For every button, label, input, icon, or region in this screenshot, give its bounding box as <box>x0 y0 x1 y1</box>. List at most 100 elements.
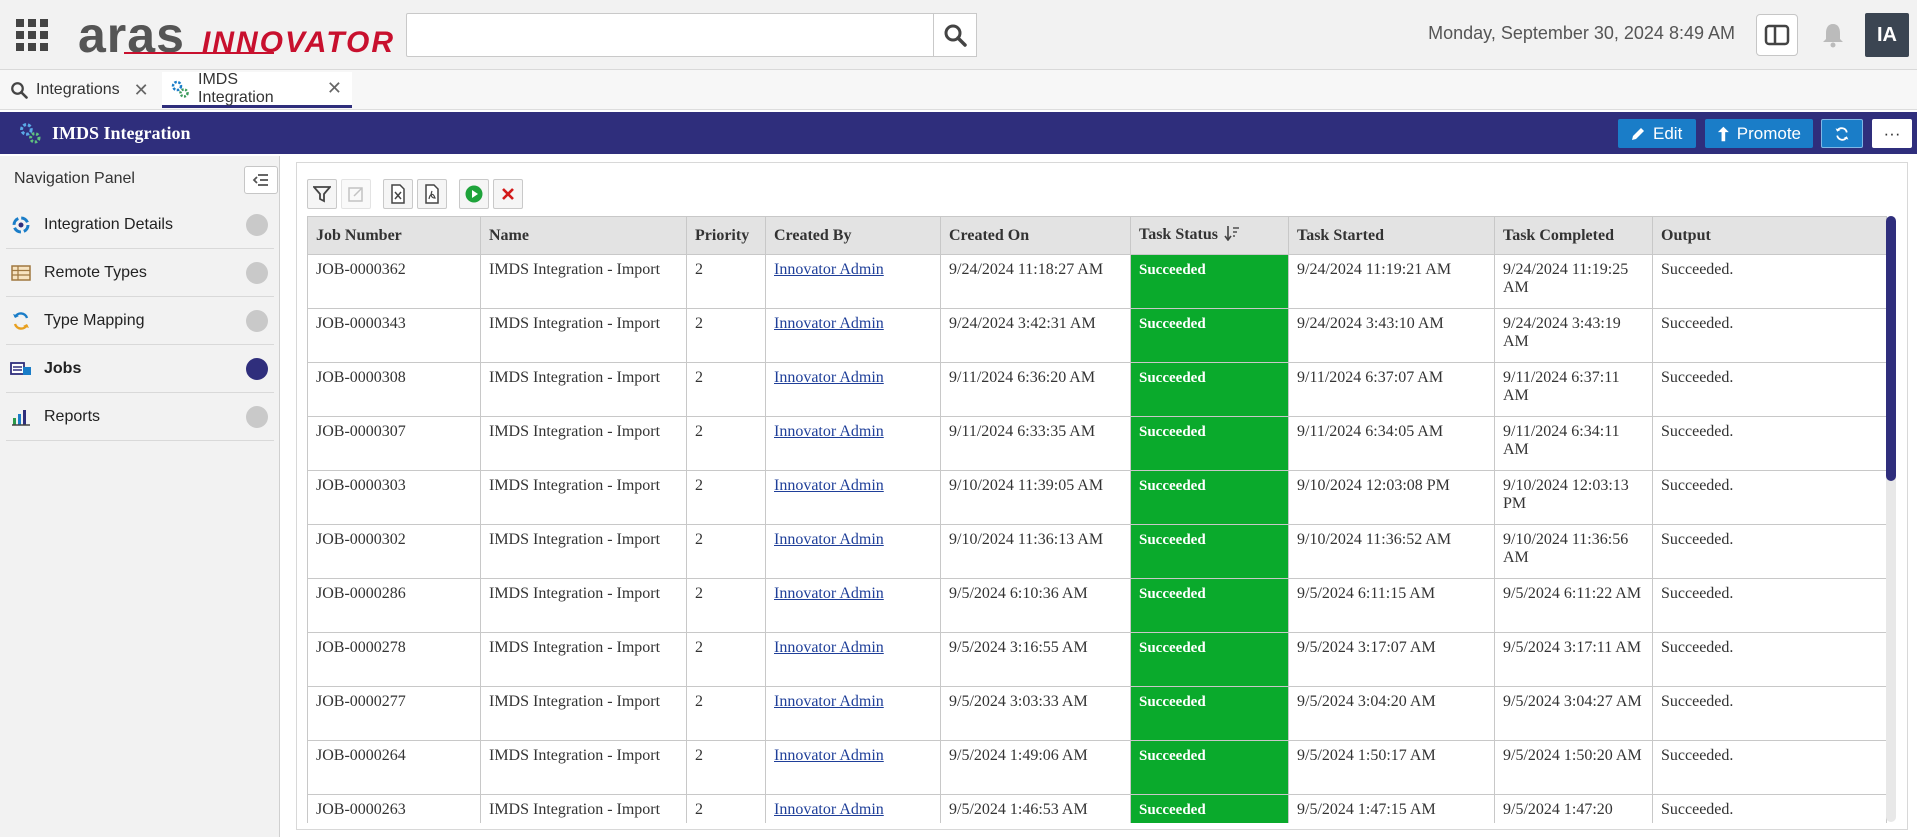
created-by-cell[interactable]: Innovator Admin <box>765 578 941 633</box>
table-cell[interactable]: Succeeded. <box>1652 740 1887 795</box>
table-cell[interactable]: 9/11/2024 6:34:05 AM <box>1288 416 1495 471</box>
table-cell[interactable]: 9/24/2024 11:19:25 AM <box>1494 254 1653 309</box>
table-cell[interactable]: IMDS Integration - Import <box>480 254 687 309</box>
created-by-cell[interactable]: Innovator Admin <box>765 794 941 823</box>
table-cell[interactable]: Succeeded. <box>1652 794 1887 823</box>
table-cell[interactable]: 9/5/2024 3:04:20 AM <box>1288 686 1495 741</box>
table-cell[interactable]: 9/11/2024 6:37:11 AM <box>1494 362 1653 417</box>
task-status-cell[interactable]: Succeeded <box>1130 632 1289 687</box>
table-cell[interactable]: 2 <box>686 524 766 579</box>
created-by-cell[interactable]: Innovator Admin <box>765 740 941 795</box>
table-cell[interactable]: 9/5/2024 1:46:53 AM <box>940 794 1131 823</box>
table-row[interactable]: JOB-0000264 IMDS Integration - Import 2 Inn… <box>307 740 1887 795</box>
user-link[interactable]: Innovator Admin <box>774 369 884 386</box>
close-icon[interactable]: ✕ <box>327 78 342 99</box>
table-cell[interactable]: 9/10/2024 11:36:56 AM <box>1494 524 1653 579</box>
table-cell[interactable]: JOB-0000286 <box>307 578 481 633</box>
table-cell[interactable]: JOB-0000343 <box>307 308 481 363</box>
table-cell[interactable]: IMDS Integration - Import <box>480 362 687 417</box>
created-by-cell[interactable]: Innovator Admin <box>765 470 941 525</box>
table-cell[interactable]: 9/10/2024 11:36:52 AM <box>1288 524 1495 579</box>
column-header[interactable]: Created By <box>765 216 941 255</box>
vertical-scrollbar[interactable] <box>1886 216 1896 822</box>
table-cell[interactable]: JOB-0000362 <box>307 254 481 309</box>
table-row[interactable]: JOB-0000286 IMDS Integration - Import 2 Inn… <box>307 578 1887 633</box>
table-cell[interactable]: 9/5/2024 3:17:07 AM <box>1288 632 1495 687</box>
collapse-panel-button[interactable] <box>244 166 278 194</box>
table-cell[interactable]: IMDS Integration - Import <box>480 524 687 579</box>
table-cell[interactable]: 9/5/2024 6:10:36 AM <box>940 578 1131 633</box>
table-row[interactable]: JOB-0000263 IMDS Integration - Import 2 Inn… <box>307 794 1887 823</box>
table-cell[interactable]: Succeeded. <box>1652 416 1887 471</box>
table-cell[interactable]: 9/5/2024 3:16:55 AM <box>940 632 1131 687</box>
table-cell[interactable]: 2 <box>686 794 766 823</box>
created-by-cell[interactable]: Innovator Admin <box>765 632 941 687</box>
table-cell[interactable]: 9/11/2024 6:36:20 AM <box>940 362 1131 417</box>
user-link[interactable]: Innovator Admin <box>774 801 884 818</box>
table-cell[interactable]: 9/24/2024 11:18:27 AM <box>940 254 1131 309</box>
table-cell[interactable]: Succeeded. <box>1652 632 1887 687</box>
user-avatar[interactable]: IA <box>1865 13 1909 57</box>
table-cell[interactable]: 2 <box>686 362 766 417</box>
tab-integrations[interactable]: Integrations ✕ <box>2 72 154 108</box>
table-cell[interactable]: IMDS Integration - Import <box>480 308 687 363</box>
scrollbar-thumb[interactable] <box>1886 216 1896 481</box>
column-header[interactable]: Task Started <box>1288 216 1495 255</box>
column-header-sorted[interactable]: Task Status <box>1130 216 1289 255</box>
table-row[interactable]: JOB-0000362 IMDS Integration - Import 2 Inn… <box>307 254 1887 309</box>
table-cell[interactable]: 9/24/2024 3:43:10 AM <box>1288 308 1495 363</box>
table-cell[interactable]: 9/5/2024 1:49:06 AM <box>940 740 1131 795</box>
table-cell[interactable]: 9/5/2024 6:11:22 AM <box>1494 578 1653 633</box>
nav-item-jobs[interactable]: Jobs <box>6 346 274 393</box>
task-status-cell[interactable]: Succeeded <box>1130 524 1289 579</box>
user-link[interactable]: Innovator Admin <box>774 531 884 548</box>
table-cell[interactable]: 9/5/2024 6:11:15 AM <box>1288 578 1495 633</box>
tab-imds-integration[interactable]: IMDS Integration ✕ <box>162 71 352 108</box>
table-row[interactable]: JOB-0000303 IMDS Integration - Import 2 Inn… <box>307 470 1887 525</box>
table-cell[interactable]: IMDS Integration - Import <box>480 794 687 823</box>
table-cell[interactable]: 9/24/2024 3:43:19 AM <box>1494 308 1653 363</box>
column-header[interactable]: Output <box>1652 216 1887 255</box>
task-status-cell[interactable]: Succeeded <box>1130 794 1289 823</box>
column-header[interactable]: Task Completed <box>1494 216 1653 255</box>
task-status-cell[interactable]: Succeeded <box>1130 416 1289 471</box>
search-button[interactable] <box>933 13 977 57</box>
table-cell[interactable]: JOB-0000277 <box>307 686 481 741</box>
created-by-cell[interactable]: Innovator Admin <box>765 308 941 363</box>
nav-item-reports[interactable]: Reports <box>6 394 274 441</box>
task-status-cell[interactable]: Succeeded <box>1130 308 1289 363</box>
user-link[interactable]: Innovator Admin <box>774 423 884 440</box>
table-cell[interactable]: 2 <box>686 632 766 687</box>
nav-item-remote-types[interactable]: Remote Types <box>6 250 274 297</box>
table-cell[interactable]: Succeeded. <box>1652 470 1887 525</box>
user-link[interactable]: Innovator Admin <box>774 639 884 656</box>
refresh-button[interactable] <box>1821 119 1863 148</box>
table-cell[interactable]: JOB-0000303 <box>307 470 481 525</box>
more-options-button[interactable]: ··· <box>1872 119 1912 148</box>
column-header[interactable]: Created On <box>940 216 1131 255</box>
table-cell[interactable]: 9/11/2024 6:33:35 AM <box>940 416 1131 471</box>
table-row[interactable]: JOB-0000302 IMDS Integration - Import 2 Inn… <box>307 524 1887 579</box>
nav-item-integration-details[interactable]: Integration Details <box>6 202 274 249</box>
user-link[interactable]: Innovator Admin <box>774 315 884 332</box>
table-cell[interactable]: 2 <box>686 686 766 741</box>
created-by-cell[interactable]: Innovator Admin <box>765 362 941 417</box>
task-status-cell[interactable]: Succeeded <box>1130 362 1289 417</box>
created-by-cell[interactable]: Innovator Admin <box>765 254 941 309</box>
task-status-cell[interactable]: Succeeded <box>1130 470 1289 525</box>
table-cell[interactable]: 9/5/2024 1:50:17 AM <box>1288 740 1495 795</box>
task-status-cell[interactable]: Succeeded <box>1130 578 1289 633</box>
table-cell[interactable]: 9/11/2024 6:37:07 AM <box>1288 362 1495 417</box>
user-link[interactable]: Innovator Admin <box>774 477 884 494</box>
table-cell[interactable]: Succeeded. <box>1652 524 1887 579</box>
app-launcher-icon[interactable] <box>14 17 50 53</box>
table-cell[interactable]: 9/10/2024 12:03:08 PM <box>1288 470 1495 525</box>
table-row[interactable]: JOB-0000343 IMDS Integration - Import 2 Inn… <box>307 308 1887 363</box>
edit-button[interactable]: Edit <box>1618 119 1696 148</box>
created-by-cell[interactable]: Innovator Admin <box>765 524 941 579</box>
table-cell[interactable]: IMDS Integration - Import <box>480 578 687 633</box>
user-link[interactable]: Innovator Admin <box>774 585 884 602</box>
table-cell[interactable]: IMDS Integration - Import <box>480 416 687 471</box>
table-row[interactable]: JOB-0000277 IMDS Integration - Import 2 Inn… <box>307 686 1887 741</box>
search-input[interactable] <box>406 13 934 57</box>
